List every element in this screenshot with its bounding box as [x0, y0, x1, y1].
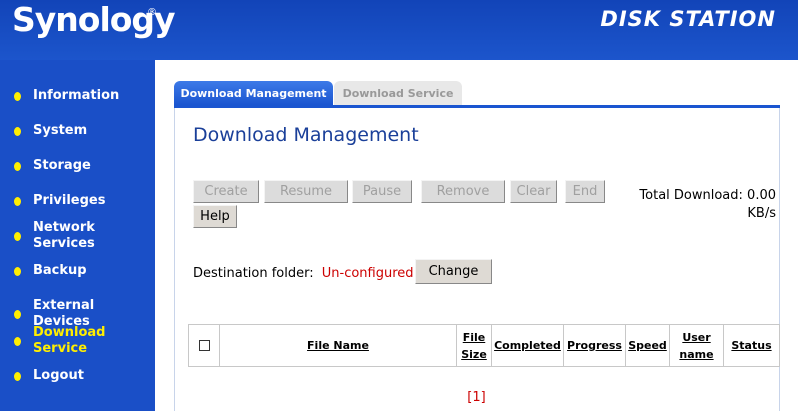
sidebar: Information System Storage Privileges Ne…	[0, 60, 155, 411]
total-download-value: 0.00	[747, 188, 776, 203]
destination-row: Destination folder: Un-configured	[193, 266, 414, 281]
select-all-checkbox[interactable]	[198, 340, 210, 351]
column-progress[interactable]: Progress	[563, 325, 625, 366]
sidebar-item-label: Privileges	[33, 193, 106, 208]
bullet-icon	[14, 309, 21, 319]
pause-button[interactable]: Pause	[352, 180, 412, 203]
synology-logo: Synology	[12, 0, 176, 39]
download-table-header: File Name File Size Completed Progress S…	[188, 324, 780, 367]
bullet-icon	[14, 196, 21, 206]
registered-mark: ®	[147, 7, 157, 18]
select-all-cell	[189, 325, 219, 366]
column-file-size[interactable]: File Size	[456, 325, 491, 366]
destination-label: Destination folder:	[193, 266, 314, 281]
sidebar-item-label: Download Service	[33, 325, 106, 356]
bullet-icon	[14, 371, 21, 381]
help-button[interactable]: Help	[193, 205, 237, 228]
column-completed[interactable]: Completed	[491, 325, 563, 366]
bullet-icon	[14, 336, 21, 346]
sidebar-item-download-service[interactable]: Download Service	[14, 325, 155, 357]
pager: [1]	[155, 390, 798, 405]
column-user-name[interactable]: User name	[669, 325, 723, 366]
bullet-icon	[14, 266, 21, 276]
sidebar-item-label: Information	[33, 88, 120, 103]
change-button[interactable]: Change	[415, 259, 492, 284]
column-user-name-label: User name	[679, 330, 714, 361]
page-link[interactable]: [1]	[467, 390, 485, 405]
sidebar-item-label: Storage	[33, 158, 91, 173]
total-download-unit: KB/s	[747, 206, 776, 221]
page-title: Download Management	[193, 124, 419, 146]
header-bar: Synology ® DISK STATION	[0, 0, 798, 60]
sidebar-item-label: System	[33, 123, 88, 138]
column-status[interactable]: Status	[723, 325, 779, 366]
bullet-icon	[14, 126, 21, 136]
bullet-icon	[14, 91, 21, 101]
sidebar-item-backup[interactable]: Backup	[14, 263, 155, 279]
sidebar-item-label: Logout	[33, 368, 84, 383]
tab-download-service[interactable]: Download Service	[334, 81, 462, 105]
sidebar-item-network-services[interactable]: Network Services	[14, 220, 155, 252]
column-file-size-label: File Size	[461, 330, 487, 361]
create-button[interactable]: Create	[193, 180, 259, 203]
product-title: DISK STATION	[600, 7, 776, 31]
sidebar-item-privileges[interactable]: Privileges	[14, 193, 155, 209]
total-download: Total Download: 0.00 KB/s	[606, 187, 776, 223]
column-file-name[interactable]: File Name	[219, 325, 456, 366]
end-button[interactable]: End	[565, 180, 605, 203]
sidebar-item-label: Network Services	[33, 220, 95, 251]
sidebar-item-system[interactable]: System	[14, 123, 155, 139]
bullet-icon	[14, 231, 21, 241]
sidebar-item-logout[interactable]: Logout	[14, 368, 155, 384]
clear-button[interactable]: Clear	[510, 180, 557, 203]
sidebar-item-information[interactable]: Information	[14, 88, 155, 104]
total-download-label: Total Download:	[639, 188, 743, 203]
destination-value: Un-configured	[321, 266, 414, 281]
sidebar-item-storage[interactable]: Storage	[14, 158, 155, 174]
remove-button[interactable]: Remove	[421, 180, 505, 203]
column-speed[interactable]: Speed	[625, 325, 669, 366]
tab-download-management[interactable]: Download Management	[174, 81, 333, 105]
bullet-icon	[14, 161, 21, 171]
resume-button[interactable]: Resume	[264, 180, 348, 203]
sidebar-item-label: Backup	[33, 263, 87, 278]
main-content: Download Management Download Service Dow…	[155, 60, 798, 411]
